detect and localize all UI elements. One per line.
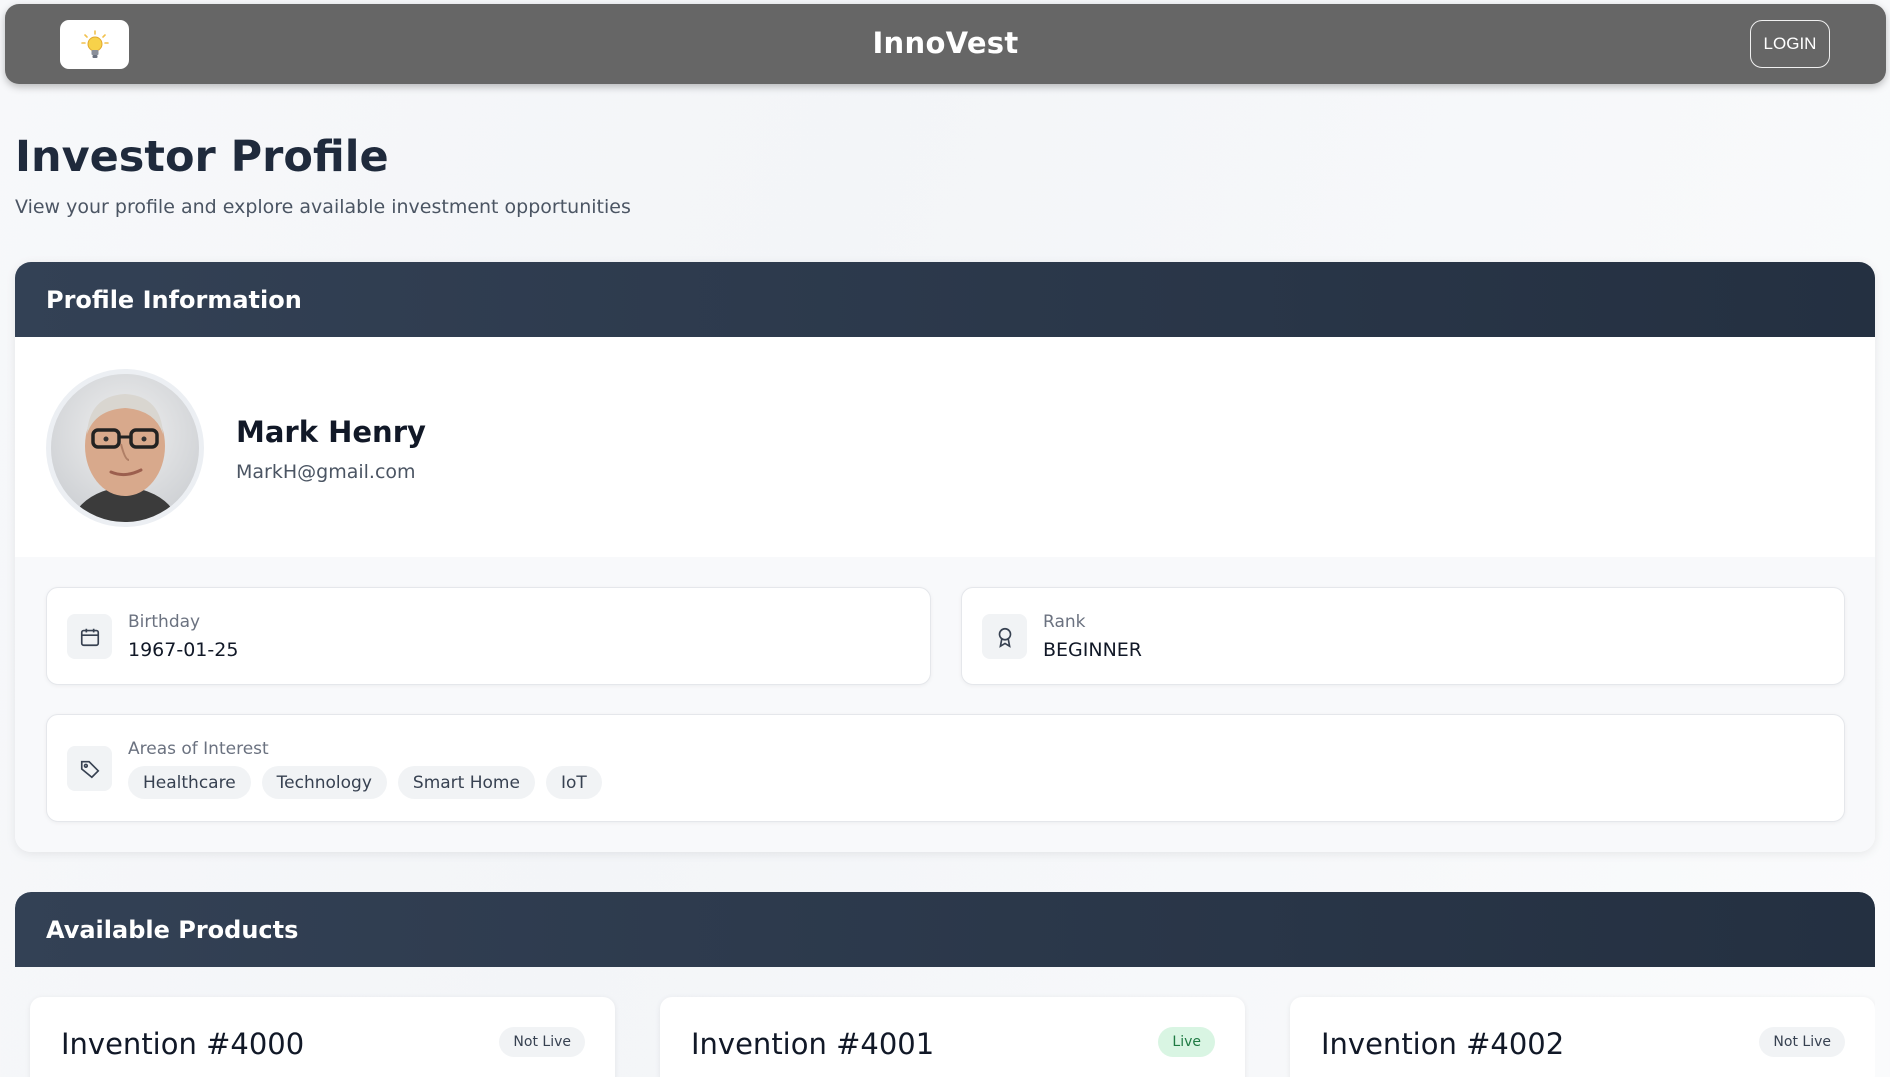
interests-label: Areas of Interest <box>128 739 269 759</box>
avatar-image <box>51 374 199 522</box>
product-card[interactable]: Invention #4000 Not Live <box>30 997 615 1077</box>
birthday-value: 1967-01-25 <box>128 639 239 661</box>
award-icon <box>982 614 1027 659</box>
product-card[interactable]: Invention #4002 Not Live <box>1290 997 1875 1077</box>
interest-tag: Healthcare <box>128 766 251 799</box>
profile-section-header: Profile Information <box>15 262 1875 337</box>
birthday-label: Birthday <box>128 612 201 632</box>
top-navbar: InnoVest LOGIN <box>5 4 1886 84</box>
product-title: Invention #4000 <box>61 1027 305 1061</box>
status-badge: Not Live <box>1759 1027 1845 1057</box>
rank-label: Rank <box>1043 612 1086 632</box>
avatar <box>46 369 204 527</box>
page-title: Investor Profile <box>15 132 389 182</box>
product-card[interactable]: Invention #4001 Live <box>660 997 1245 1077</box>
interest-tags: Healthcare Technology Smart Home IoT <box>128 766 602 799</box>
tag-icon <box>67 746 112 791</box>
interest-tag: Technology <box>261 766 387 799</box>
login-button[interactable]: LOGIN <box>1750 20 1830 68</box>
products-section-header: Available Products <box>15 892 1875 967</box>
interest-tag: Smart Home <box>397 766 535 799</box>
investor-name: Mark Henry <box>236 415 426 449</box>
rank-value: BEGINNER <box>1043 639 1142 661</box>
app-title: InnoVest <box>872 26 1019 60</box>
profile-summary: Mark Henry MarkH@gmail.com <box>15 337 1875 557</box>
page-subtitle: View your profile and explore available … <box>15 196 631 218</box>
product-title: Invention #4001 <box>691 1027 935 1061</box>
products-section: Available Products Invention #4000 Not L… <box>15 892 1875 1077</box>
profile-card: Profile Information Mark Henry MarkH@gma… <box>15 262 1875 852</box>
status-badge: Not Live <box>499 1027 585 1057</box>
rank-box: Rank BEGINNER <box>961 587 1845 685</box>
interests-box: Areas of Interest Healthcare Technology … <box>46 714 1845 822</box>
interest-tag: IoT <box>545 766 602 799</box>
calendar-icon <box>67 614 112 659</box>
profile-details: Birthday 1967-01-25 Rank BEGINNER Areas … <box>15 557 1875 852</box>
birthday-box: Birthday 1967-01-25 <box>46 587 931 685</box>
investor-email: MarkH@gmail.com <box>236 461 416 483</box>
product-title: Invention #4002 <box>1321 1027 1565 1061</box>
status-badge: Live <box>1158 1027 1215 1057</box>
